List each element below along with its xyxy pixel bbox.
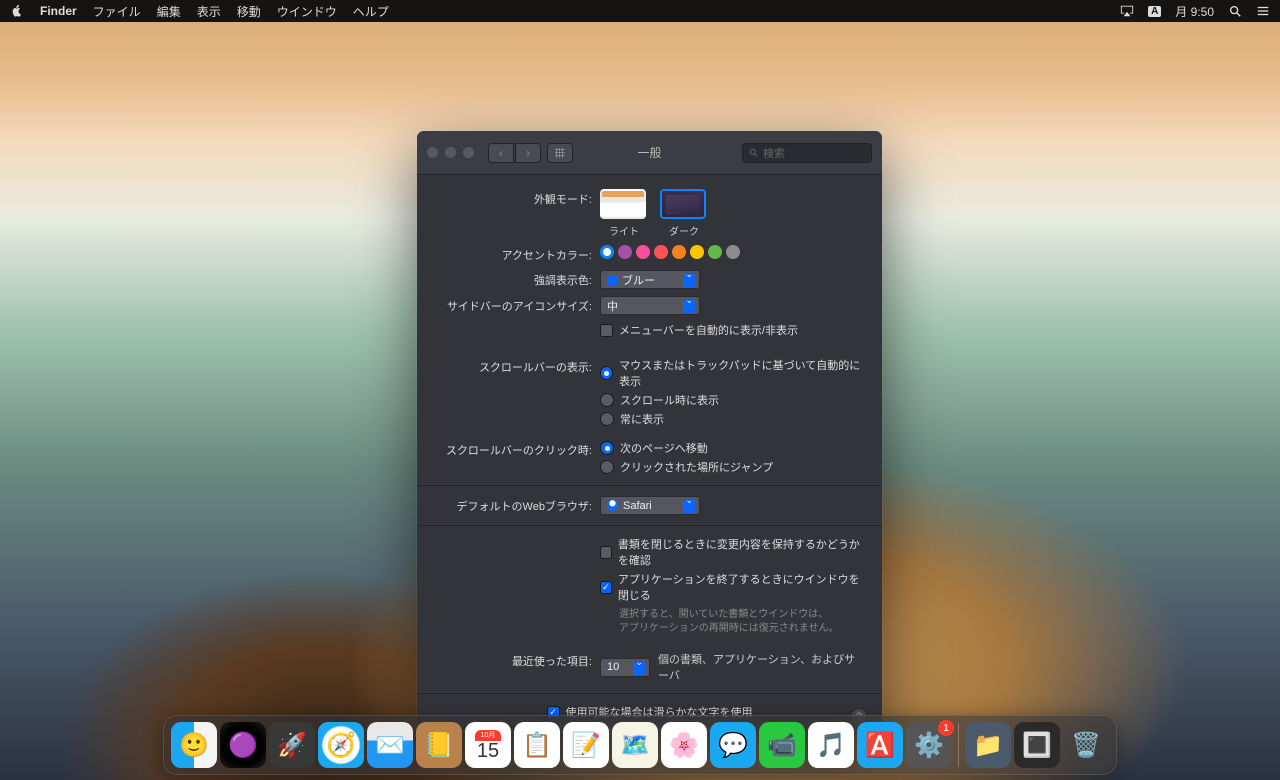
- menu-edit[interactable]: 編集: [157, 3, 181, 20]
- appearance-dark-option[interactable]: ダーク: [660, 189, 708, 238]
- dock-siri-icon[interactable]: 🟣: [220, 722, 266, 768]
- scrollbar-show-label: スクロールバーの表示:: [435, 357, 600, 375]
- dock-trash-icon[interactable]: 🗑️: [1063, 722, 1109, 768]
- recent-items-suffix: 個の書類、アプリケーション、およびサーバ: [658, 651, 864, 683]
- dock-system-preferences-icon[interactable]: ⚙️1: [906, 722, 952, 768]
- default-browser-label: デフォルトのWebブラウザ:: [435, 496, 600, 514]
- window-traffic-lights: [427, 147, 474, 158]
- system-preferences-general-window: ‹ › 一般 検索 外観モード: ライト ダーク アクセントカラー: 強調表示色…: [417, 131, 882, 738]
- ask-keep-changes-label: 書類を閉じるときに変更内容を保持するかどうかを確認: [618, 536, 864, 568]
- close-windows-checkbox[interactable]: ✓アプリケーションを終了するときにウインドウを閉じる: [600, 571, 864, 603]
- scrollbar-when-scrolling-label: スクロール時に表示: [620, 392, 719, 408]
- dock-separator: [958, 723, 959, 767]
- dock-finder-icon[interactable]: 🙂: [171, 722, 217, 768]
- menu-view[interactable]: 表示: [197, 3, 221, 20]
- appearance-light-option[interactable]: ライト: [600, 189, 648, 238]
- accent-color-swatches: [600, 245, 864, 259]
- accent-swatch-1[interactable]: [618, 245, 632, 259]
- notification-center-icon[interactable]: [1256, 4, 1270, 18]
- show-all-button[interactable]: [547, 143, 573, 163]
- dock-contacts-icon[interactable]: 📒: [416, 722, 462, 768]
- airplay-icon[interactable]: [1120, 4, 1134, 18]
- minimize-button[interactable]: [445, 147, 456, 158]
- appearance-dark-label: ダーク: [660, 223, 708, 238]
- accent-color-label: アクセントカラー:: [435, 245, 600, 263]
- apple-logo-icon[interactable]: [10, 4, 24, 18]
- safari-icon: [607, 500, 618, 511]
- auto-hide-menubar-label: メニューバーを自動的に表示/非表示: [619, 322, 798, 338]
- menubar: Finder ファイル 編集 表示 移動 ウインドウ ヘルプ A 月 9:50: [0, 0, 1280, 22]
- dock-photos-icon[interactable]: 🌸: [661, 722, 707, 768]
- input-source-indicator[interactable]: A: [1148, 6, 1161, 17]
- appearance-label: 外観モード:: [435, 189, 600, 207]
- dock-facetime-icon[interactable]: 📹: [759, 722, 805, 768]
- default-browser-value: Safari: [623, 500, 652, 512]
- dock-notes-icon[interactable]: 📝: [563, 722, 609, 768]
- dock-calendar-month: 10月: [475, 730, 502, 741]
- accent-swatch-3[interactable]: [654, 245, 668, 259]
- accent-swatch-0[interactable]: [600, 245, 614, 259]
- search-placeholder: 検索: [763, 145, 785, 161]
- accent-swatch-7[interactable]: [726, 245, 740, 259]
- dock-itunes-icon[interactable]: 🎵: [808, 722, 854, 768]
- sidebar-icon-size-label: サイドバーのアイコンサイズ:: [435, 296, 600, 314]
- search-icon: [749, 148, 759, 158]
- auto-hide-menubar-checkbox[interactable]: メニューバーを自動的に表示/非表示: [600, 322, 864, 338]
- appearance-light-label: ライト: [600, 223, 648, 238]
- highlight-color-select[interactable]: ブルー: [600, 270, 700, 289]
- dock-appstore-icon[interactable]: 🅰️: [857, 722, 903, 768]
- highlight-color-value: ブルー: [622, 272, 655, 288]
- dock-maps-icon[interactable]: 🗺️: [612, 722, 658, 768]
- accent-swatch-5[interactable]: [690, 245, 704, 259]
- menu-go[interactable]: 移動: [237, 3, 261, 20]
- dock-stacks-icon[interactable]: 🔳: [1014, 722, 1060, 768]
- dock-prefs-badge: 1: [938, 720, 954, 736]
- scrollclick-nextpage-label: 次のページへ移動: [620, 440, 708, 456]
- accent-swatch-2[interactable]: [636, 245, 650, 259]
- menu-window[interactable]: ウインドウ: [277, 3, 337, 20]
- accent-swatch-6[interactable]: [708, 245, 722, 259]
- window-titlebar[interactable]: ‹ › 一般 検索: [417, 131, 882, 175]
- highlight-color-label: 強調表示色:: [435, 270, 600, 288]
- close-windows-label: アプリケーションを終了するときにウインドウを閉じる: [618, 571, 864, 603]
- recent-items-value: 10: [607, 661, 619, 673]
- dock-calendar-day: 15: [475, 741, 502, 761]
- dock-reminders-icon[interactable]: 📋: [514, 722, 560, 768]
- dock-launchpad-icon[interactable]: 🚀: [269, 722, 315, 768]
- dock-mail-icon[interactable]: ✉️: [367, 722, 413, 768]
- default-browser-select[interactable]: Safari: [600, 496, 700, 515]
- spotlight-icon[interactable]: [1228, 4, 1242, 18]
- sidebar-icon-size-value: 中: [607, 298, 618, 314]
- accent-swatch-4[interactable]: [672, 245, 686, 259]
- forward-button[interactable]: ›: [515, 143, 541, 163]
- dock-messages-icon[interactable]: 💬: [710, 722, 756, 768]
- menu-file[interactable]: ファイル: [93, 3, 141, 20]
- close-button[interactable]: [427, 147, 438, 158]
- dock-safari-icon[interactable]: 🧭: [318, 722, 364, 768]
- dock-calendar-icon[interactable]: 10月15: [465, 722, 511, 768]
- menubar-app-name[interactable]: Finder: [40, 4, 77, 18]
- scrollbar-always-label: 常に表示: [620, 411, 664, 427]
- dock-downloads-icon[interactable]: 📁: [965, 722, 1011, 768]
- ask-keep-changes-checkbox[interactable]: 書類を閉じるときに変更内容を保持するかどうかを確認: [600, 536, 864, 568]
- scrollbar-always-radio[interactable]: 常に表示: [600, 411, 864, 427]
- menubar-clock[interactable]: 月 9:50: [1175, 3, 1214, 20]
- scrollbar-when-scrolling-radio[interactable]: スクロール時に表示: [600, 392, 864, 408]
- window-title: 一般: [637, 144, 661, 161]
- zoom-button[interactable]: [463, 147, 474, 158]
- recent-items-label: 最近使った項目:: [435, 651, 600, 669]
- dock: 🙂 🟣 🚀 🧭 ✉️ 📒 10月15 📋 📝 🗺️ 🌸 💬 📹 🎵 🅰️ ⚙️1…: [163, 715, 1117, 775]
- scrollclick-nextpage-radio[interactable]: 次のページへ移動: [600, 440, 864, 456]
- scrollclick-jump-label: クリックされた場所にジャンプ: [620, 459, 773, 475]
- scrollclick-jump-radio[interactable]: クリックされた場所にジャンプ: [600, 459, 864, 475]
- menu-help[interactable]: ヘルプ: [353, 3, 389, 20]
- sidebar-icon-size-select[interactable]: 中: [600, 296, 700, 315]
- search-field[interactable]: 検索: [742, 143, 872, 163]
- close-windows-hint: 選択すると、開いていた書類とウインドウは、アプリケーションの再開時には復元されま…: [619, 608, 864, 636]
- recent-items-select[interactable]: 10: [600, 658, 650, 677]
- scrollbar-auto-label: マウスまたはトラックパッドに基づいて自動的に表示: [619, 357, 864, 389]
- back-button[interactable]: ‹: [488, 143, 514, 163]
- scrollbar-click-label: スクロールバーのクリック時:: [435, 440, 600, 458]
- scrollbar-auto-radio[interactable]: マウスまたはトラックパッドに基づいて自動的に表示: [600, 357, 864, 389]
